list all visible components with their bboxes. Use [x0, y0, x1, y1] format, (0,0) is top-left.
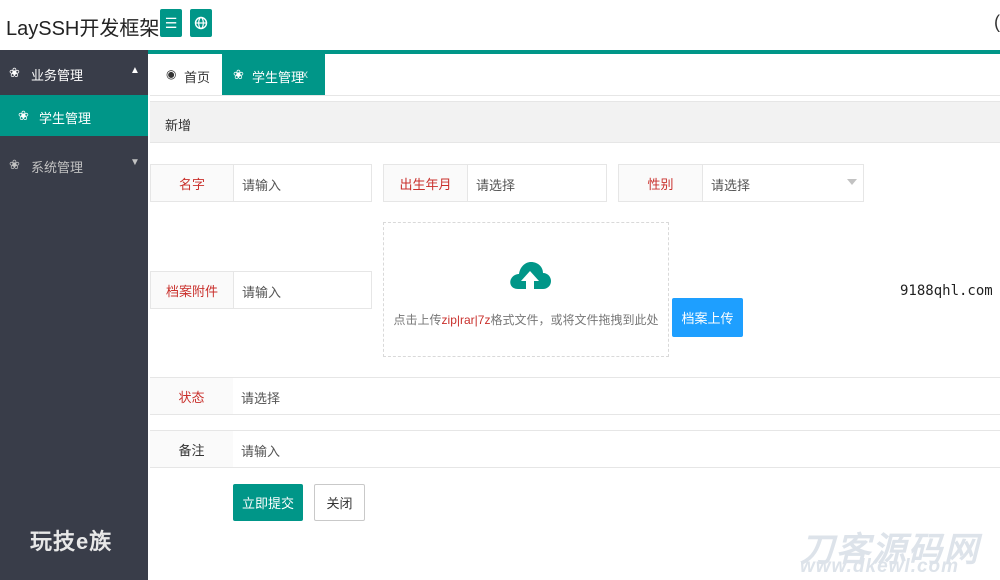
toolbar: 新增 [150, 101, 1000, 143]
dropzone-text-post: 格式文件，或将文件拖拽到此处 [490, 313, 659, 327]
gender-field: 性别 请选择 [618, 164, 864, 202]
status-select[interactable]: 请选择 [241, 388, 280, 407]
watermark-brand-url: www.dkewl.com [800, 556, 960, 577]
chevron-down-icon [847, 179, 857, 185]
tab-student-management[interactable]: ❀ 学生管理 x [222, 54, 325, 95]
tab-close-icon[interactable]: x [302, 67, 308, 81]
sidebar-group-label: 业务管理 [31, 68, 84, 83]
birth-field: 出生年月 请选择 [383, 164, 607, 202]
cloud-upload-icon [510, 262, 551, 293]
birth-label: 出生年月 [384, 165, 468, 201]
sidebar: ❀ 业务管理 ▲ ❀ 学生管理 ❀ 系统管理 ▼ 玩技e族 [0, 50, 148, 580]
cluster-icon: ❀ [9, 65, 20, 80]
name-field: 名字 请输入 [150, 164, 372, 202]
dashboard-icon: ◉ [166, 67, 177, 81]
gender-label: 性别 [619, 165, 703, 201]
tab-bar: ◉ 首页 ❀ 学生管理 x [150, 54, 1000, 96]
submit-button[interactable]: 立即提交 [233, 484, 303, 521]
add-button[interactable]: 新增 [165, 115, 191, 134]
menu-toggle-button[interactable]: ☰ [160, 9, 182, 37]
close-button[interactable]: 关闭 [314, 484, 365, 521]
caret-down-icon: ▼ [130, 157, 140, 168]
remark-label: 备注 [150, 431, 233, 467]
name-input[interactable]: 请输入 [242, 175, 281, 194]
sidebar-watermark: 玩技e族 [30, 529, 113, 554]
dropzone-text-pre: 点击上传 [393, 313, 442, 327]
file-input[interactable]: 请输入 [242, 282, 281, 301]
gender-select[interactable]: 请选择 [711, 175, 750, 194]
globe-icon [194, 16, 208, 30]
archive-upload-button[interactable]: 档案上传 [672, 298, 743, 337]
tab-label: 学生管理 [252, 70, 305, 85]
dropzone-hint: 点击上传zip|rar|7z格式文件，或将文件拖拽到此处 [384, 311, 668, 328]
remark-input[interactable]: 请输入 [241, 441, 280, 460]
file-field: 档案附件 请输入 [150, 271, 372, 309]
tab-home[interactable]: ◉ 首页 [150, 54, 222, 95]
upload-dropzone[interactable]: 点击上传zip|rar|7z格式文件，或将文件拖拽到此处 [383, 222, 669, 357]
refresh-globe-button[interactable] [190, 9, 212, 37]
sidebar-group-system[interactable]: ❀ 系统管理 ▼ [0, 142, 148, 186]
status-label: 状态 [150, 378, 233, 414]
birth-date-picker[interactable]: 请选择 [476, 175, 515, 194]
caret-up-icon: ▲ [130, 65, 140, 76]
cluster-icon: ❀ [18, 108, 29, 123]
watermark-url: 9188qhl.com [900, 283, 993, 299]
header-user-menu[interactable]: ( [994, 12, 1000, 33]
cluster-icon: ❀ [9, 157, 20, 172]
name-label: 名字 [151, 165, 234, 201]
menu-icon: ☰ [164, 14, 178, 31]
dropzone-formats: zip|rar|7z [441, 313, 491, 327]
sidebar-group-label: 系统管理 [31, 160, 84, 175]
cluster-icon: ❀ [233, 67, 244, 82]
status-field: 状态 请选择 [150, 377, 1000, 415]
file-label: 档案附件 [151, 272, 234, 308]
sidebar-group-business[interactable]: ❀ 业务管理 ▲ [0, 50, 148, 94]
app-brand: LaySSH开发框架 [6, 18, 160, 40]
tab-label: 首页 [184, 70, 211, 85]
sidebar-item-label: 学生管理 [39, 111, 92, 126]
top-header: LaySSH开发框架 ☰ ( [0, 0, 1000, 50]
remark-field: 备注 请输入 [150, 430, 1000, 468]
sidebar-item-student-management[interactable]: ❀ 学生管理 [0, 95, 148, 136]
